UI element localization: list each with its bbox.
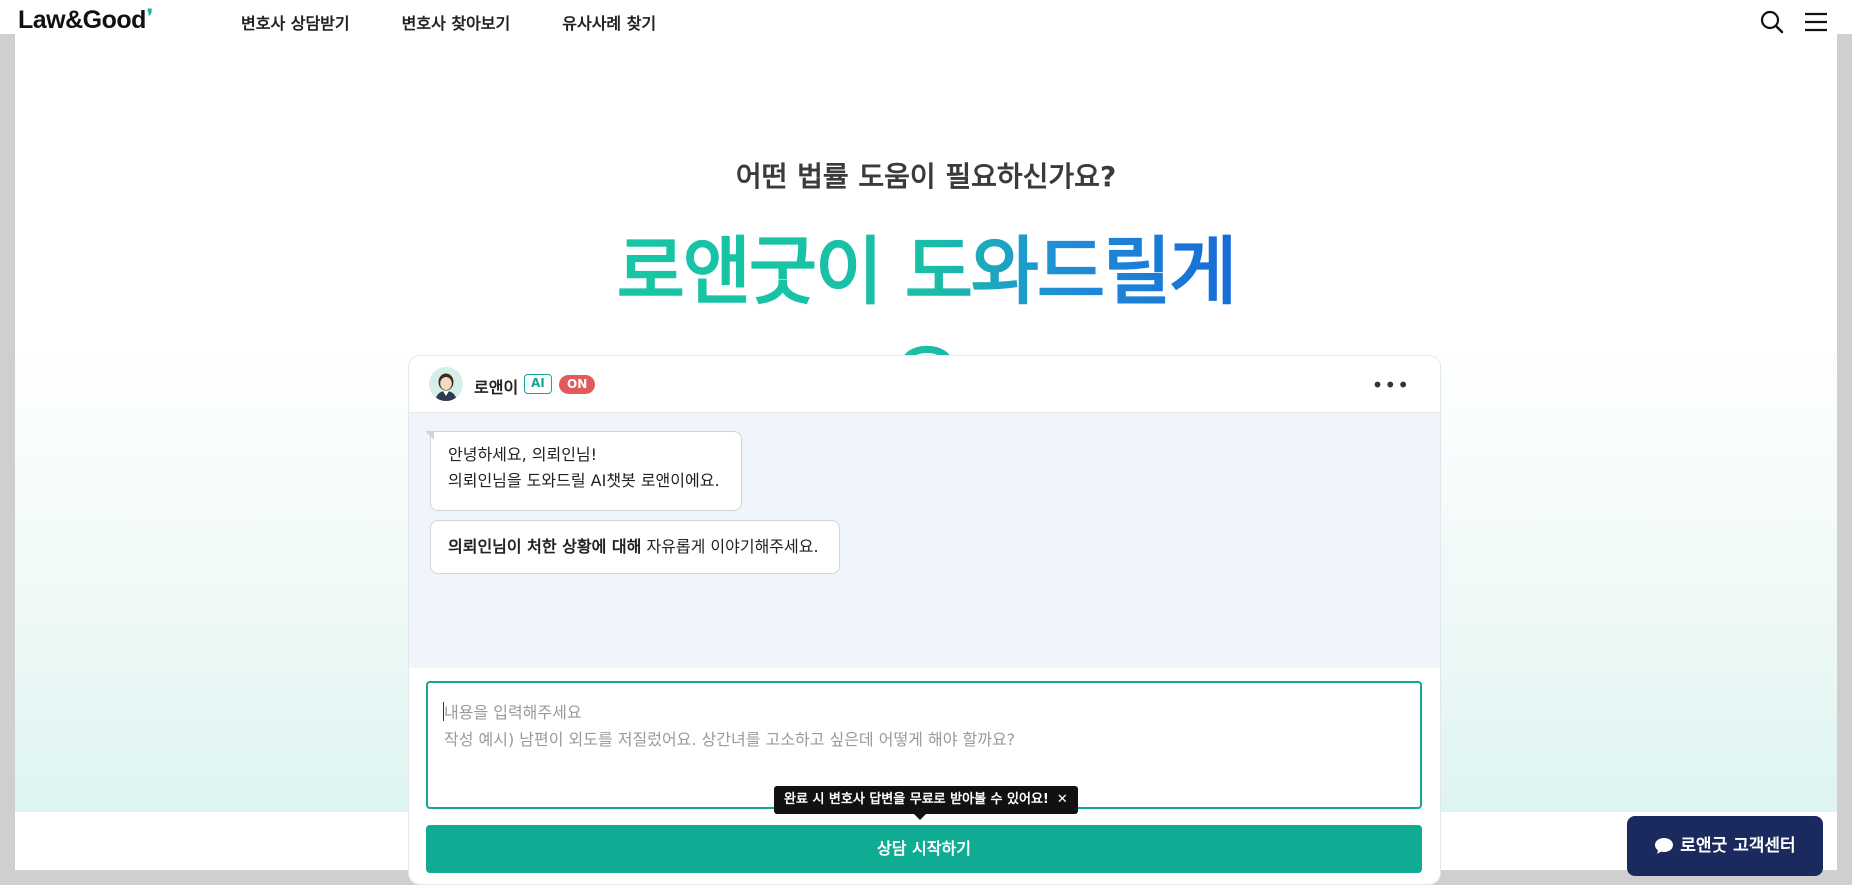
- bot-avatar-icon: [429, 367, 463, 401]
- input-placeholder: 내용을 입력해주세요 작성 예시) 남편이 외도를 저질렀어요. 상간녀를 고소…: [444, 699, 1015, 753]
- ai-badge: AI: [524, 374, 552, 394]
- hero-subtitle: 어떤 법률 도움이 필요하신가요?: [735, 160, 1117, 193]
- chat-messages: 안녕하세요, 의뢰인님! 의뢰인님을 도와드릴 AI챗봇 로앤이에요. 의뢰인님…: [409, 413, 1440, 668]
- chat-bubble-icon: [1655, 838, 1674, 854]
- placeholder-line-2: 작성 예시) 남편이 외도를 저질렀어요. 상간녀를 고소하고 싶은데 어떻게 …: [444, 730, 1016, 749]
- bot-avatar: [429, 367, 463, 401]
- bot-name: 로앤이: [474, 378, 519, 397]
- start-consultation-button[interactable]: 상담 시작하기: [426, 825, 1422, 873]
- chat-header: 로앤이 AI ON •••: [409, 356, 1440, 413]
- nav-similar-cases[interactable]: 유사사례 찾기: [562, 10, 656, 34]
- nav-lawyer-consultation[interactable]: 변호사 상담받기: [241, 10, 350, 34]
- customer-center-button[interactable]: 로앤굿 고객센터: [1627, 816, 1823, 876]
- top-navigation-bar: Law&Good❜ 변호사 상담받기 변호사 찾아보기 유사사례 찾기: [0, 0, 1852, 34]
- bot-message-greeting: 안녕하세요, 의뢰인님! 의뢰인님을 도와드릴 AI챗봇 로앤이에요.: [425, 431, 742, 511]
- nav-find-lawyer[interactable]: 변호사 찾아보기: [402, 10, 511, 34]
- more-options-icon[interactable]: •••: [1372, 373, 1410, 397]
- prompt-bold-text: 의뢰인님이 처한 상황에 대해: [448, 537, 642, 556]
- placeholder-line-1: 내용을 입력해주세요: [444, 703, 582, 722]
- logo-mark-icon: ❜: [146, 6, 153, 26]
- main-nav: 변호사 상담받기 변호사 찾아보기 유사사례 찾기: [241, 10, 656, 34]
- free-answer-tooltip: 완료 시 변호사 답변을 무료로 받아볼 수 있어요! ✕: [774, 786, 1078, 820]
- menu-icon[interactable]: [1803, 9, 1829, 35]
- bot-message-prompt: 의뢰인님이 처한 상황에 대해 자유롭게 이야기해주세요.: [430, 520, 840, 574]
- search-icon[interactable]: [1759, 9, 1785, 35]
- greeting-line-1: 안녕하세요, 의뢰인님!: [448, 445, 598, 464]
- customer-center-label: 로앤굿 고객센터: [1680, 836, 1796, 856]
- logo-text: Law&Good: [18, 6, 146, 34]
- tooltip-text: 완료 시 변호사 답변을 무료로 받아볼 수 있어요!: [784, 792, 1049, 807]
- logo[interactable]: Law&Good❜: [18, 6, 153, 35]
- online-status-badge: ON: [559, 375, 596, 394]
- prompt-rest-text: 자유롭게 이야기해주세요.: [641, 537, 819, 556]
- tooltip-close-icon[interactable]: ✕: [1057, 792, 1068, 807]
- greeting-line-2: 의뢰인님을 도와드릴 AI챗봇 로앤이에요.: [448, 471, 720, 490]
